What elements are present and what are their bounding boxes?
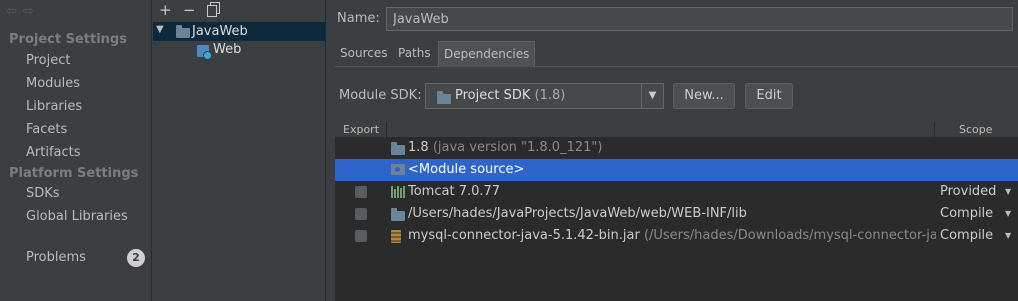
- module-sdk-select[interactable]: Project SDK (1.8) ▼: [425, 83, 664, 109]
- module-tabs: Sources Paths Dependencies: [335, 41, 1018, 67]
- tab-paths[interactable]: Paths: [393, 41, 436, 67]
- name-label: Name:: [337, 11, 380, 26]
- table-row[interactable]: /Users/hades/JavaProjects/JavaWeb/web/WE…: [335, 203, 1018, 225]
- column-divider: [934, 122, 935, 138]
- web-facet-icon: [197, 45, 212, 60]
- table-row[interactable]: <Module source>: [335, 159, 1018, 181]
- module-name-input[interactable]: [386, 7, 1013, 31]
- table-row[interactable]: 1.8 (java version "1.8.0_121"): [335, 137, 1018, 159]
- settings-nav: ⇦⇨ Project Settings Project Modules Libr…: [0, 0, 152, 301]
- nav-item-problems[interactable]: Problems: [26, 250, 86, 265]
- back-arrow-icon[interactable]: ⇦: [6, 4, 23, 19]
- dependency-name: <Module source>: [408, 162, 525, 177]
- table-row[interactable]: Tomcat 7.0.77 Provided ▼: [335, 181, 1018, 203]
- new-sdk-button[interactable]: New...: [673, 83, 735, 109]
- nav-item-global-libraries[interactable]: Global Libraries: [26, 209, 128, 224]
- tab-sources[interactable]: Sources: [335, 41, 392, 67]
- sdk-value: Project SDK: [455, 88, 531, 103]
- column-header-scope[interactable]: Scope: [959, 123, 993, 136]
- chevron-down-icon[interactable]: ▼: [641, 84, 663, 108]
- module-details-panel: Name: Sources Paths Dependencies Module …: [327, 0, 1018, 301]
- export-checkbox[interactable]: [355, 208, 367, 220]
- dependency-name: /Users/hades/JavaProjects/JavaWeb/web/WE…: [408, 206, 747, 221]
- nav-item-sdks[interactable]: SDKs: [26, 186, 60, 201]
- copy-icon[interactable]: [207, 2, 221, 21]
- edit-sdk-button[interactable]: Edit: [745, 83, 793, 109]
- module-sdk-label: Module SDK:: [339, 88, 422, 103]
- sdk-folder-icon: [437, 91, 451, 104]
- dependency-name: Tomcat 7.0.77: [408, 184, 501, 199]
- column-header-export[interactable]: Export: [343, 123, 379, 136]
- table-header: Export Scope: [335, 122, 1018, 138]
- library-icon: [391, 186, 405, 198]
- expand-caret-icon[interactable]: ▼: [156, 24, 164, 35]
- history-nav: ⇦⇨: [6, 4, 40, 19]
- nav-item-facets[interactable]: Facets: [26, 122, 67, 137]
- platform-settings-header: Platform Settings: [9, 166, 139, 181]
- export-checkbox[interactable]: [355, 186, 367, 198]
- tree-item-web[interactable]: Web: [153, 41, 326, 60]
- table-row[interactable]: mysql-connector-java-5.1.42-bin.jar (/Us…: [335, 225, 1018, 247]
- chevron-down-icon[interactable]: ▼: [1005, 209, 1011, 218]
- tree-item-label: Web: [213, 42, 242, 57]
- dependency-name: mysql-connector-java-5.1.42-bin.jar (/Us…: [408, 228, 936, 243]
- scope-select[interactable]: Provided: [940, 184, 996, 199]
- nav-item-artifacts[interactable]: Artifacts: [26, 145, 81, 160]
- module-tree-panel: + − ▼ JavaWeb Web: [153, 0, 326, 301]
- forward-arrow-icon[interactable]: ⇨: [23, 4, 40, 19]
- chevron-down-icon[interactable]: ▼: [1005, 187, 1011, 196]
- dependency-name: 1.8 (java version "1.8.0_121"): [408, 140, 603, 155]
- dependencies-table: Export Scope 1.8 (java version "1.8.0_12…: [335, 122, 1018, 301]
- tab-dependencies[interactable]: Dependencies: [438, 41, 536, 67]
- module-folder-icon: [176, 25, 190, 38]
- column-divider: [386, 122, 387, 138]
- jar-icon: [391, 230, 401, 243]
- export-checkbox[interactable]: [355, 230, 367, 242]
- module-source-icon: [391, 164, 405, 175]
- add-icon[interactable]: +: [159, 1, 172, 19]
- nav-item-modules[interactable]: Modules: [26, 76, 80, 91]
- chevron-down-icon[interactable]: ▼: [1005, 231, 1011, 240]
- tree-item-javaweb[interactable]: ▼ JavaWeb: [153, 22, 326, 41]
- scope-select[interactable]: Compile: [940, 228, 993, 243]
- sdk-version: (1.8): [534, 88, 566, 103]
- nav-item-project[interactable]: Project: [26, 53, 70, 68]
- scope-select[interactable]: Compile: [940, 206, 993, 221]
- nav-item-libraries[interactable]: Libraries: [26, 99, 82, 114]
- remove-icon[interactable]: −: [183, 1, 196, 19]
- tree-item-label: JavaWeb: [192, 24, 248, 39]
- project-settings-header: Project Settings: [9, 32, 127, 47]
- problems-count-badge: 2: [127, 249, 145, 267]
